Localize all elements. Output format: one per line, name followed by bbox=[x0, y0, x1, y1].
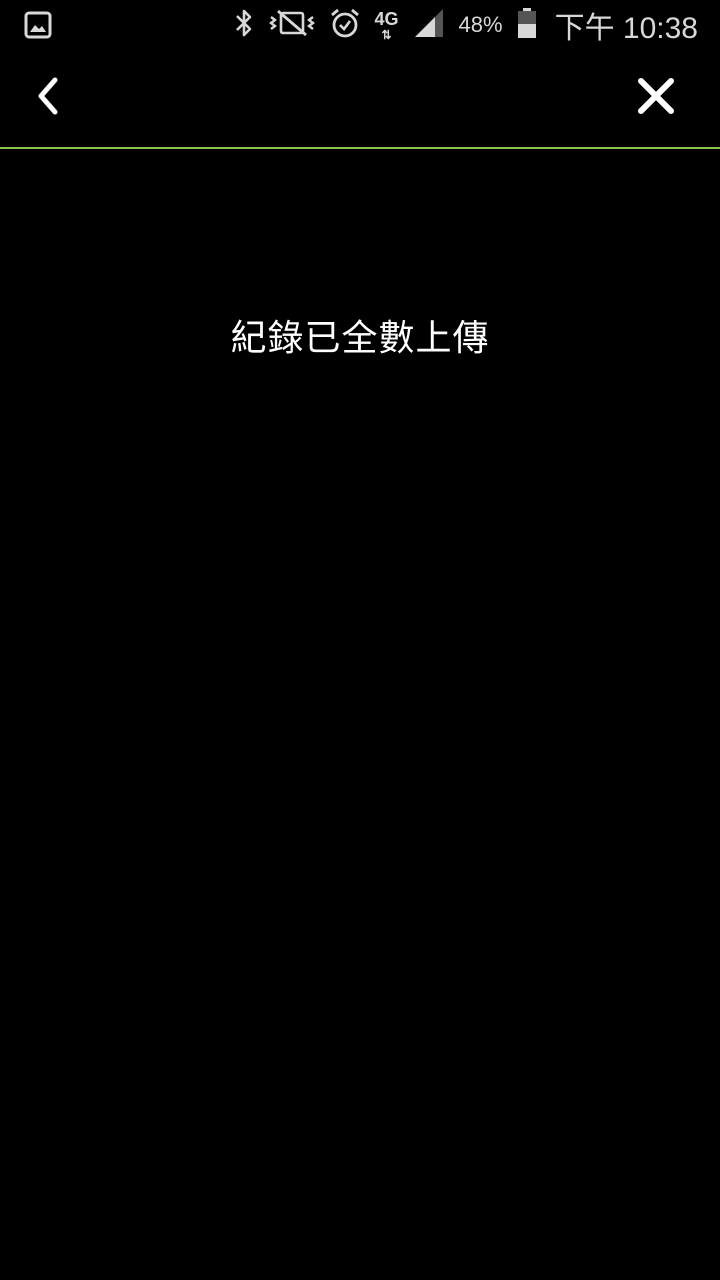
app-bar bbox=[0, 50, 720, 148]
chevron-left-icon bbox=[33, 76, 63, 120]
network-type-label: 4G bbox=[374, 8, 399, 29]
alarm-icon bbox=[329, 7, 361, 43]
close-icon bbox=[636, 76, 676, 120]
status-icons: 4G ⇅ 48% 下午 10:38 bbox=[233, 0, 698, 50]
clock: 下午 10:38 bbox=[554, 12, 698, 45]
bluetooth-icon bbox=[233, 8, 255, 42]
back-button[interactable] bbox=[22, 72, 74, 124]
signal-icon bbox=[413, 7, 445, 43]
battery-percent: 48% bbox=[458, 12, 503, 37]
status-bar: 4G ⇅ 48% 下午 10:38 bbox=[0, 0, 720, 50]
content-area: 紀錄已全數上傳 bbox=[0, 149, 720, 1280]
close-button[interactable] bbox=[628, 70, 684, 126]
vibrate-mute-icon bbox=[268, 8, 315, 42]
network-type: 4G ⇅ bbox=[375, 10, 399, 41]
upload-complete-message: 紀錄已全數上傳 bbox=[230, 318, 490, 359]
battery-icon bbox=[517, 7, 537, 43]
data-arrows-icon: ⇅ bbox=[381, 27, 392, 42]
gallery-icon bbox=[24, 11, 52, 39]
